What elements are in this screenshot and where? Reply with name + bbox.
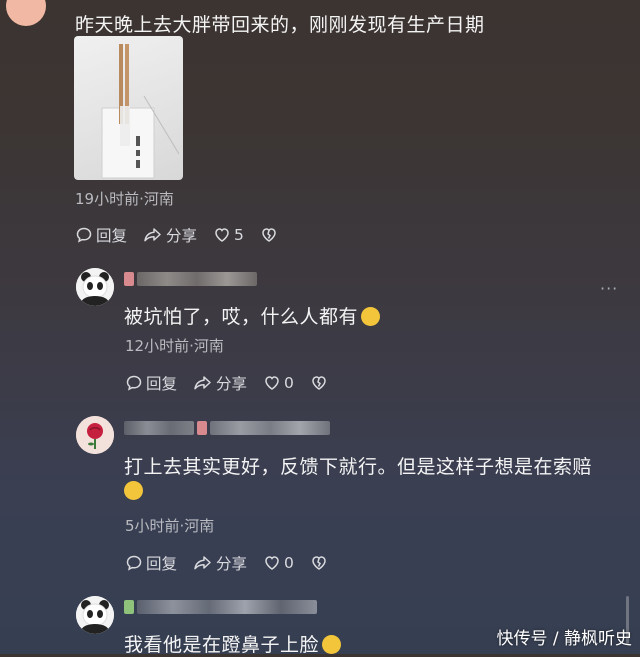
reply-button[interactable]: 回复 [125, 372, 177, 394]
share-label: 分享 [166, 227, 198, 245]
comment-2-meta: 5小时前·河南 [125, 517, 215, 535]
more-options-icon[interactable]: ··· [600, 279, 618, 298]
comment-3-text: 我看他是在蹬鼻子上脸 [124, 630, 342, 657]
commenter-avatar-3[interactable] [76, 596, 114, 634]
comment-1-actions: 回复 分享 0 [125, 372, 347, 394]
like-button[interactable]: 5 [213, 226, 244, 244]
post-author-avatar[interactable] [6, 0, 46, 26]
post-image[interactable] [74, 36, 183, 180]
share-label: 分享 [216, 375, 248, 393]
like-count: 0 [284, 554, 294, 572]
broken-heart-icon [262, 228, 276, 242]
dislike-button[interactable] [260, 226, 281, 244]
commenter-avatar-2[interactable] [76, 416, 114, 454]
reply-button[interactable]: 回复 [75, 224, 127, 246]
commenter-name-1[interactable] [124, 272, 257, 286]
reply-label: 回复 [146, 555, 178, 573]
like-count: 0 [284, 374, 294, 392]
post-meta: 19小时前·河南 [75, 190, 174, 208]
commenter-name-2[interactable] [124, 421, 330, 435]
post-text: 昨天晚上去大胖带回来的，刚刚发现有生产日期 [75, 14, 485, 36]
laugh-cry-emoji-icon [124, 481, 143, 500]
broken-heart-icon [312, 376, 326, 390]
thinking-emoji-icon [361, 307, 381, 326]
comment-1-text: 被坑怕了，哎，什么人都有 [124, 302, 381, 329]
post-actions: 回复 分享 5 [75, 224, 297, 246]
comment-1-meta: 12小时前·河南 [125, 337, 224, 355]
dislike-button[interactable] [310, 374, 331, 392]
like-count: 5 [234, 226, 244, 244]
commenter-avatar-1[interactable] [76, 268, 114, 306]
comment-icon [126, 375, 142, 391]
rose-avatar-icon [76, 416, 114, 454]
panda-avatar-icon [76, 268, 114, 306]
commenter-name-3[interactable] [124, 600, 317, 614]
comment-icon [76, 227, 92, 243]
share-icon [144, 228, 161, 242]
comment-2-actions: 回复 分享 0 [125, 552, 347, 574]
like-button[interactable]: 0 [263, 374, 294, 392]
reply-label: 回复 [146, 375, 178, 393]
comment-2-emoji [124, 481, 143, 501]
comment-icon [126, 555, 142, 571]
reply-button[interactable]: 回复 [125, 552, 177, 574]
chopsticks-image [101, 44, 180, 179]
heart-icon [215, 228, 229, 242]
like-button[interactable]: 0 [263, 554, 294, 572]
broken-heart-icon [312, 556, 326, 570]
reply-label: 回复 [96, 227, 128, 245]
share-button[interactable]: 分享 [143, 224, 197, 246]
share-button[interactable]: 分享 [193, 552, 247, 574]
share-label: 分享 [216, 555, 248, 573]
panda-avatar-icon [76, 596, 114, 634]
comment-2-text: 打上去其实更好，反馈下就行。但是这样子想是在索赔 [124, 456, 593, 478]
heart-icon [265, 556, 279, 570]
watermark: 快传号 / 静枫听史 [496, 629, 632, 649]
share-button[interactable]: 分享 [193, 372, 247, 394]
grinning-emoji-icon [322, 635, 342, 654]
dislike-button[interactable] [310, 554, 331, 572]
heart-icon [265, 376, 279, 390]
share-icon [194, 556, 211, 570]
share-icon [194, 376, 211, 390]
